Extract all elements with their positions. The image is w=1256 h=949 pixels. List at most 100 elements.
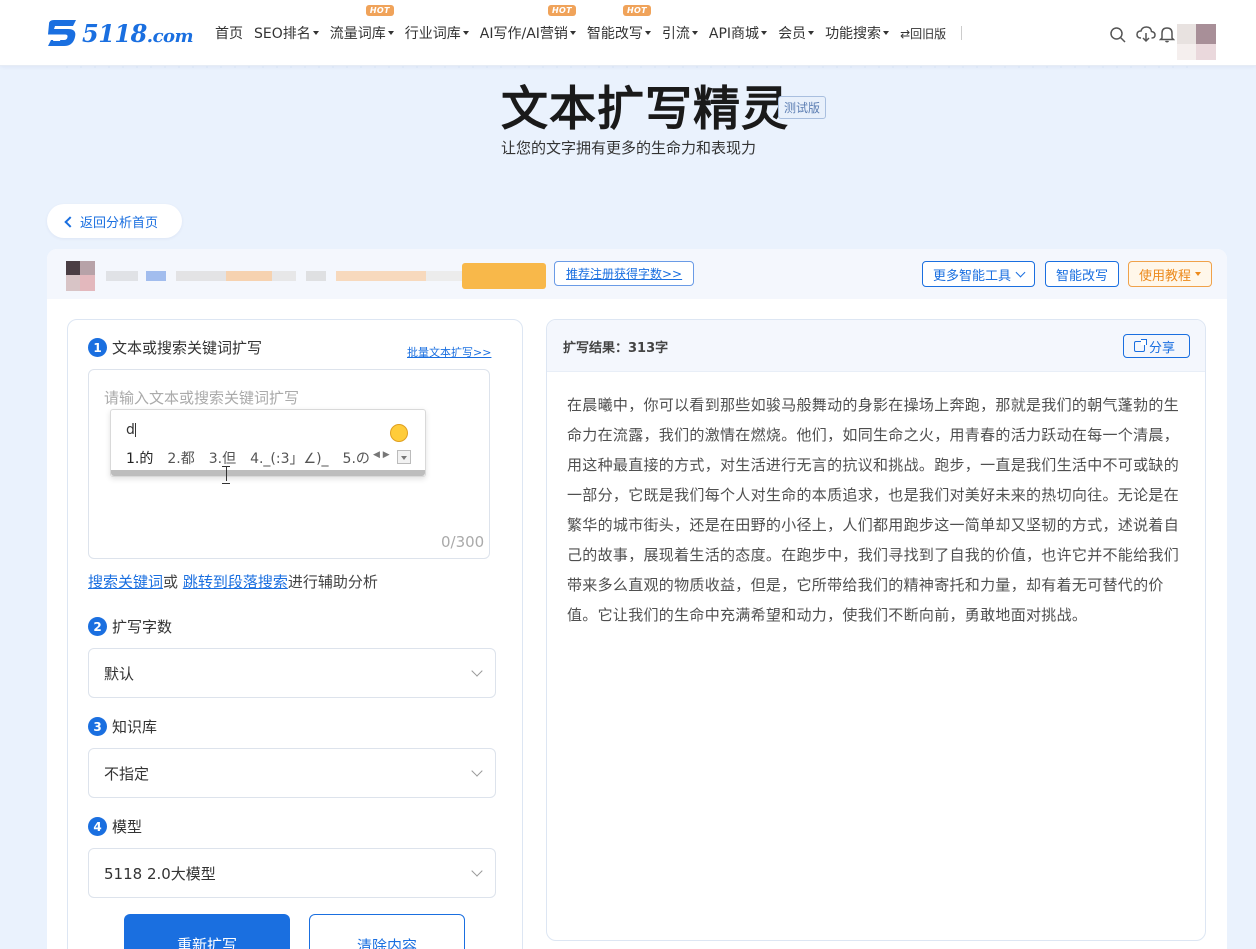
caret-down-icon <box>462 31 469 35</box>
clear-content-button[interactable]: 清除内容 <box>309 914 465 949</box>
nav-item-1[interactable]: SEO排名 <box>254 23 319 43</box>
step-label: 扩写字数 <box>112 618 173 636</box>
nav-item-4[interactable]: AI写作/AI营销 HOT <box>479 5 576 43</box>
step-number: 3 <box>88 717 107 736</box>
chevron-down-icon <box>1015 267 1026 277</box>
page-arrows-icon[interactable]: ◀ ▶ <box>373 450 390 460</box>
hot-badge: HOT <box>548 5 576 16</box>
nav-item-label: 功能搜索 <box>825 26 882 42</box>
ime-candidate[interactable]: 1.的 <box>126 451 153 467</box>
chevron-left-icon <box>64 215 76 228</box>
step-4-heading: 4 模型 <box>88 816 142 837</box>
caret-down-icon <box>691 31 698 35</box>
step-label: 文本或搜索关键词扩写 <box>112 339 263 357</box>
nav-item-label: SEO排名 <box>254 26 311 42</box>
search-icon[interactable] <box>1109 26 1127 44</box>
batch-expand-link[interactable]: 批量文本扩写>> <box>407 344 491 360</box>
jump-paragraph-search-link[interactable]: 跳转到段落搜索 <box>183 573 288 591</box>
nav-item-0[interactable]: 首页 <box>215 23 243 43</box>
nav-item-6[interactable]: 引流 <box>662 23 698 43</box>
ime-candidate[interactable]: 2.都 <box>167 451 194 467</box>
nav-item-label: 行业词库 <box>404 26 461 42</box>
hot-badge: HOT <box>365 5 394 16</box>
nav-item-label: 会员 <box>778 26 807 42</box>
back-to-analysis-button[interactable]: 返回分析首页 <box>47 204 182 238</box>
rewrite-button[interactable]: 重新扩写 <box>124 914 290 949</box>
nav-item-label: 智能改写 <box>586 26 643 42</box>
nav-item-9[interactable]: 功能搜索 <box>825 23 890 43</box>
caret-down-icon <box>883 31 890 35</box>
share-button[interactable]: 分享 <box>1123 334 1190 358</box>
nav-item-5[interactable]: 智能改写 HOT <box>586 5 651 43</box>
old-version-link[interactable]: ⇄回旧版 <box>900 25 946 42</box>
ime-candidate[interactable]: 4._(:3」∠)_ <box>250 451 328 467</box>
nav-item-7[interactable]: API商城 <box>708 23 768 43</box>
chevron-down-icon <box>471 765 483 777</box>
cloud-download-icon[interactable] <box>1136 25 1156 43</box>
result-text[interactable]: 在晨曦中，你可以看到那些如骏马般舞动的身影在操场上奔跑，那就是我们的朝气蓬勃的生… <box>567 390 1179 630</box>
caret-down-icon <box>1195 272 1202 276</box>
step-number: 4 <box>88 817 107 836</box>
step-number: 2 <box>88 617 107 636</box>
more-tools-dropdown[interactable]: 更多智能工具 <box>922 261 1036 287</box>
caret-down-icon <box>644 31 651 35</box>
main-nav: 首页 SEO排名 流量词库 HOT 行业词库 AI写作/AI营销 HOT 智能改写 HOT 引流 A… <box>215 0 963 66</box>
logo-icon <box>48 20 76 46</box>
page-subtitle: 让您的文字拥有更多的生命力和表现力 <box>501 139 757 157</box>
ime-candidate[interactable]: 5.の <box>343 451 370 467</box>
step-label: 模型 <box>112 818 143 836</box>
register-reward-link[interactable]: 推荐注册获得字数>> <box>554 261 695 286</box>
ime-candidates: 1.的 2.都 3.但 4._(:3」∠)_ 5.の <box>126 448 384 468</box>
emoji-icon[interactable] <box>390 424 408 442</box>
logo[interactable]: 5118.com <box>46 16 194 50</box>
tutorial-dropdown[interactable]: 使用教程 <box>1128 261 1213 287</box>
nav-item-label: 首页 <box>215 26 243 42</box>
nav-divider <box>961 26 963 40</box>
nav-item-label: 引流 <box>661 26 690 42</box>
aux-or: 或 <box>163 573 179 591</box>
result-word-count: 扩写结果：313字 <box>563 341 669 356</box>
caret-down-icon <box>761 31 768 35</box>
model-select[interactable]: 5118 2.0大模型 <box>88 848 496 898</box>
word-count-value: 默认 <box>104 664 135 683</box>
word-count-select[interactable]: 默认 <box>88 648 496 698</box>
back-button-label: 返回分析首页 <box>80 215 159 231</box>
char-counter: 0/300 <box>441 533 485 551</box>
expand-candidates-icon[interactable] <box>397 450 411 464</box>
nav-item-label: 流量词库 <box>329 26 386 42</box>
top-navbar: 5118.com 首页 SEO排名 流量词库 HOT 行业词库 AI写作/AI营销 HOT 智… <box>0 0 1256 66</box>
nav-item-3[interactable]: 行业词库 <box>405 23 469 43</box>
share-icon <box>1134 338 1147 352</box>
nav-item-8[interactable]: 会员 <box>778 23 815 43</box>
smart-rewrite-button[interactable]: 智能改写 <box>1045 261 1120 287</box>
ime-bottom-bar <box>111 470 425 476</box>
text-cursor-icon <box>222 466 230 484</box>
ime-composition: d <box>126 422 136 438</box>
user-avatar[interactable] <box>1177 24 1217 60</box>
nav-item-label: API商城 <box>708 26 760 42</box>
text-input-placeholder: 请输入文本或搜索关键词扩写 <box>104 389 300 407</box>
caret-down-icon <box>569 31 576 35</box>
caret-down-icon <box>808 31 815 35</box>
step-1-heading: 1 文本或搜索关键词扩写 <box>88 337 262 358</box>
hot-badge: HOT <box>623 5 651 16</box>
knowledge-base-select[interactable]: 不指定 <box>88 748 496 798</box>
step-label: 知识库 <box>112 718 158 736</box>
more-tools-label: 更多智能工具 <box>933 268 1012 284</box>
ime-candidate-popup: d 1.的 2.都 3.但 4._(:3」∠)_ 5.の ◀ ▶ <box>110 409 426 477</box>
step-number: 1 <box>88 338 107 357</box>
knowledge-base-value: 不指定 <box>104 764 150 783</box>
logo-text: 5118.com <box>82 18 194 48</box>
bell-icon[interactable] <box>1159 25 1175 43</box>
chevron-down-icon <box>471 865 483 877</box>
caret-down-icon <box>387 31 394 35</box>
page-title: 文本扩写精灵 <box>501 82 789 137</box>
nav-item-2[interactable]: 流量词库 HOT <box>329 5 394 43</box>
step-2-heading: 2 扩写字数 <box>88 616 172 637</box>
search-keyword-link[interactable]: 搜索关键词 <box>88 573 163 591</box>
nav-item-label: AI写作/AI营销 <box>479 26 568 42</box>
aux-tail: 进行辅助分析 <box>287 573 378 591</box>
beta-badge: 测试版 <box>778 96 827 119</box>
caret-down-icon <box>312 31 319 35</box>
ime-candidate[interactable]: 3.但 <box>209 451 236 467</box>
